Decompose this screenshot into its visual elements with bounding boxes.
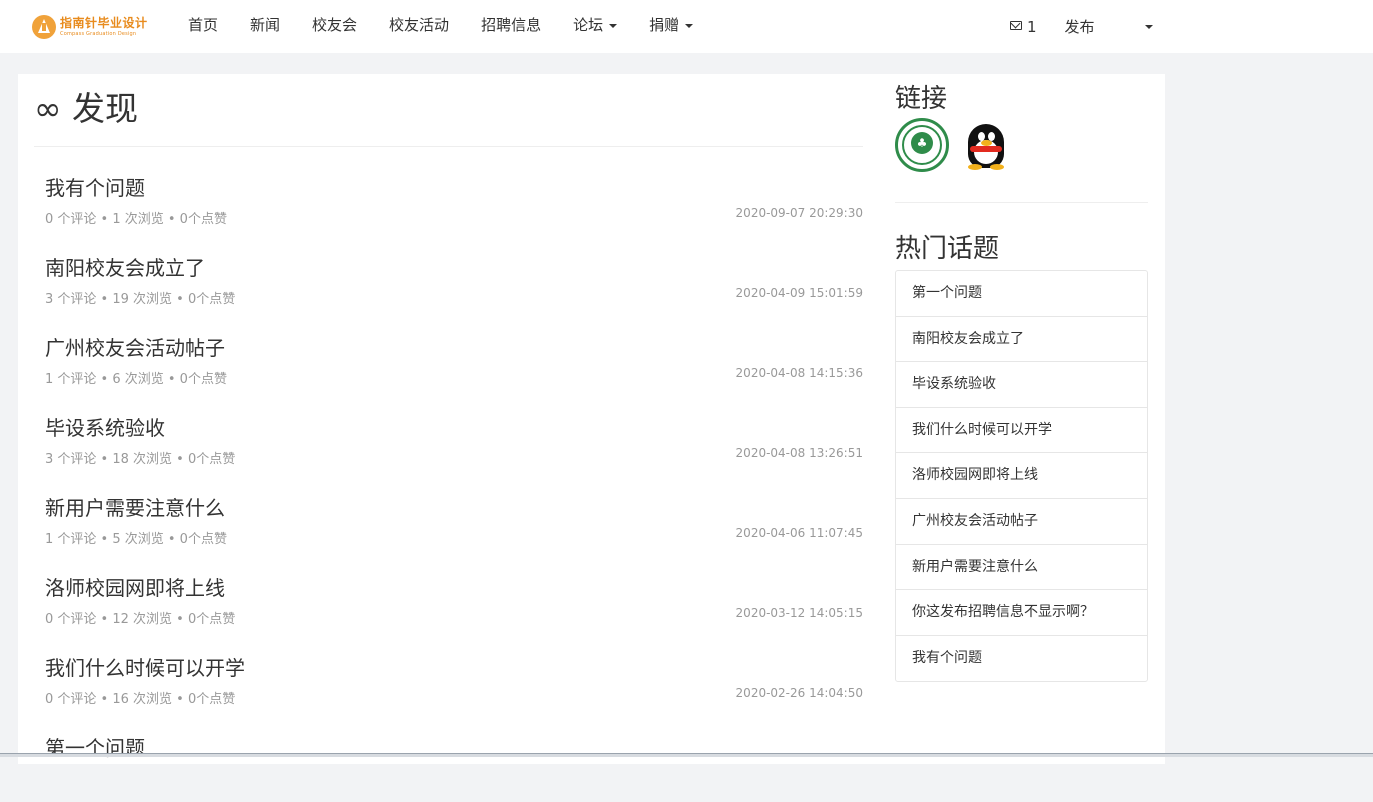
caret-down-icon [685,23,694,28]
hot-topics-list: 第一个问题 南阳校友会成立了 毕设系统验收 我们什么时候可以开学 洛师校园网即将… [895,270,1148,683]
question-item: 毕设系统验收 3 个评论 • 18 次浏览 • 0个点赞 2020-04-08 … [34,402,863,482]
question-time: 2020-04-08 14:15:36 [735,366,863,380]
hot-topic-item[interactable]: 南阳校友会成立了 [896,317,1147,363]
messages-link[interactable]: 1 [996,2,1051,52]
hot-topic-item[interactable]: 你这发布招聘信息不显示啊？ [896,590,1147,636]
question-item: 广州校友会活动帖子 1 个评论 • 6 次浏览 • 0个点赞 2020-04-0… [34,322,863,402]
question-item: 洛师校园网即将上线 0 个评论 • 12 次浏览 • 0个点赞 2020-03-… [34,562,863,642]
question-item: 第一个问题 [34,722,863,802]
window-bottom-edge [0,753,1373,757]
question-time: 2020-04-09 15:01:59 [735,286,863,300]
question-time: 2020-02-26 14:04:50 [735,686,863,700]
main-nav: 首页 新闻 校友会 校友活动 招聘信息 论坛 捐赠 [172,0,709,53]
question-item: 我有个问题 0 个评论 • 1 次浏览 • 0个点赞 2020-09-07 20… [34,162,863,242]
nav-donate-dropdown[interactable]: 捐赠 [633,0,709,53]
question-time: 2020-04-08 13:26:51 [735,446,863,460]
question-title-link[interactable]: 南阳校友会成立了 [45,252,205,281]
hot-topics-heading: 热门话题 [895,234,1000,264]
user-menu-dropdown[interactable] [1109,2,1167,52]
hot-topic-item[interactable]: 毕设系统验收 [896,362,1147,408]
question-item: 南阳校友会成立了 3 个评论 • 19 次浏览 • 0个点赞 2020-04-0… [34,242,863,322]
caret-down-icon [1144,25,1153,29]
top-navbar: 指南针毕业设计 Compass Graduation Design 首页 新闻 … [0,0,1373,53]
nav-news[interactable]: 新闻 [234,0,296,53]
caret-down-icon [609,23,618,28]
divider [34,146,863,147]
qq-penguin-icon[interactable] [959,118,1013,172]
message-count: 1 [1027,17,1037,36]
hot-topic-item[interactable]: 广州校友会活动帖子 [896,499,1147,545]
envelope-icon [1010,21,1022,30]
nav-alumni-association[interactable]: 校友会 [296,0,373,53]
links-row: ♣ [895,118,1013,172]
nav-right: 1 发布 [996,0,1167,53]
brand-name-en: Compass Graduation Design [60,31,137,37]
brand-logo[interactable]: 指南针毕业设计 Compass Graduation Design [32,11,147,43]
question-meta: 0 个评论 • 12 次浏览 • 0个点赞 [45,612,236,627]
question-meta: 3 个评论 • 18 次浏览 • 0个点赞 [45,452,236,467]
hot-topic-item[interactable]: 新用户需要注意什么 [896,545,1147,591]
question-meta: 0 个评论 • 16 次浏览 • 0个点赞 [45,692,236,707]
page-title: ∞ 发现 [34,89,138,128]
hot-topic-item[interactable]: 我有个问题 [896,636,1147,682]
question-meta: 1 个评论 • 5 次浏览 • 0个点赞 [45,532,227,547]
question-list: 我有个问题 0 个评论 • 1 次浏览 • 0个点赞 2020-09-07 20… [34,162,863,802]
publish-link[interactable]: 发布 [1051,2,1109,52]
divider [895,202,1148,203]
brand-name-cn: 指南针毕业设计 [60,16,148,30]
question-title-link[interactable]: 我有个问题 [45,172,145,201]
hot-topic-item[interactable]: 第一个问题 [896,271,1147,317]
question-meta: 0 个评论 • 1 次浏览 • 0个点赞 [45,212,227,227]
question-meta: 1 个评论 • 6 次浏览 • 0个点赞 [45,372,227,387]
question-item: 新用户需要注意什么 1 个评论 • 5 次浏览 • 0个点赞 2020-04-0… [34,482,863,562]
question-title-link[interactable]: 我们什么时候可以开学 [45,652,245,681]
question-time: 2020-09-07 20:29:30 [735,206,863,220]
question-title-link[interactable]: 广州校友会活动帖子 [45,332,225,361]
school-logo-icon[interactable]: ♣ [895,118,949,172]
question-time: 2020-04-06 11:07:45 [735,526,863,540]
question-meta: 3 个评论 • 19 次浏览 • 0个点赞 [45,292,236,307]
hot-topic-item[interactable]: 我们什么时候可以开学 [896,408,1147,454]
links-heading: 链接 [895,84,948,114]
nav-home[interactable]: 首页 [172,0,234,53]
main-panel: ∞ 发现 我有个问题 0 个评论 • 1 次浏览 • 0个点赞 2020-09-… [18,74,1165,764]
question-item: 我们什么时候可以开学 0 个评论 • 16 次浏览 • 0个点赞 2020-02… [34,642,863,722]
nav-jobs[interactable]: 招聘信息 [465,0,557,53]
question-title-link[interactable]: 洛师校园网即将上线 [45,572,225,601]
question-title-link[interactable]: 毕设系统验收 [45,412,165,441]
nav-alumni-activities[interactable]: 校友活动 [373,0,465,53]
question-time: 2020-03-12 14:05:15 [735,606,863,620]
compass-logo-icon [32,15,56,39]
nav-forum-dropdown[interactable]: 论坛 [557,0,633,53]
question-title-link[interactable]: 新用户需要注意什么 [45,492,225,521]
hot-topic-item[interactable]: 洛师校园网即将上线 [896,453,1147,499]
